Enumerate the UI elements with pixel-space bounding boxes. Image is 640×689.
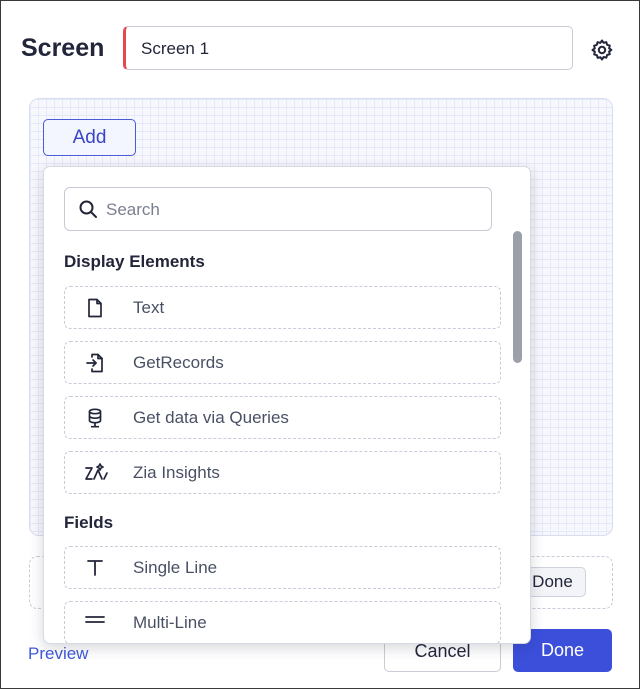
multi-line-icon [85,616,105,623]
list-item-getrecords[interactable]: GetRecords [64,341,501,384]
screen-editor-panel: Screen Screen 1 Add Done Preview Cancel … [0,0,640,689]
preview-link[interactable]: Preview [28,644,88,664]
list-item-label: Get data via Queries [133,408,289,427]
list-item-label: Single Line [133,558,218,577]
import-records-icon [86,353,103,373]
document-icon [88,298,102,318]
list-item-label: Text [133,298,165,317]
list-item-get-data-via-queries[interactable]: Get data via Queries [64,396,501,439]
panel-title: Screen [21,34,105,62]
search-input[interactable]: Search [64,187,492,231]
list-item-label: Zia Insights [133,463,220,482]
search-placeholder: Search [106,200,160,219]
list-item-label: Multi-Line [133,613,207,632]
section-title-display-elements: Display Elements [64,252,205,271]
text-t-icon [87,560,103,576]
section-title-fields: Fields [64,513,114,532]
zia-insights-icon [85,463,108,480]
screen-name-input[interactable]: Screen 1 [123,26,573,70]
add-button[interactable]: Add [43,119,136,156]
search-icon [79,200,97,218]
list-item-zia-insights[interactable]: Zia Insights [64,451,501,494]
list-item-label: GetRecords [133,353,224,372]
database-icon [88,408,102,428]
gear-icon[interactable] [590,38,614,62]
add-element-dropdown: Search Display Elements Text GetRecords … [43,166,531,644]
list-item-text[interactable]: Text [64,286,501,329]
list-item-multi-line[interactable]: Multi-Line [64,601,501,643]
list-item-single-line[interactable]: Single Line [64,546,501,589]
dropdown-scroll-thumb[interactable] [513,231,522,363]
screen-name-value: Screen 1 [141,39,210,58]
